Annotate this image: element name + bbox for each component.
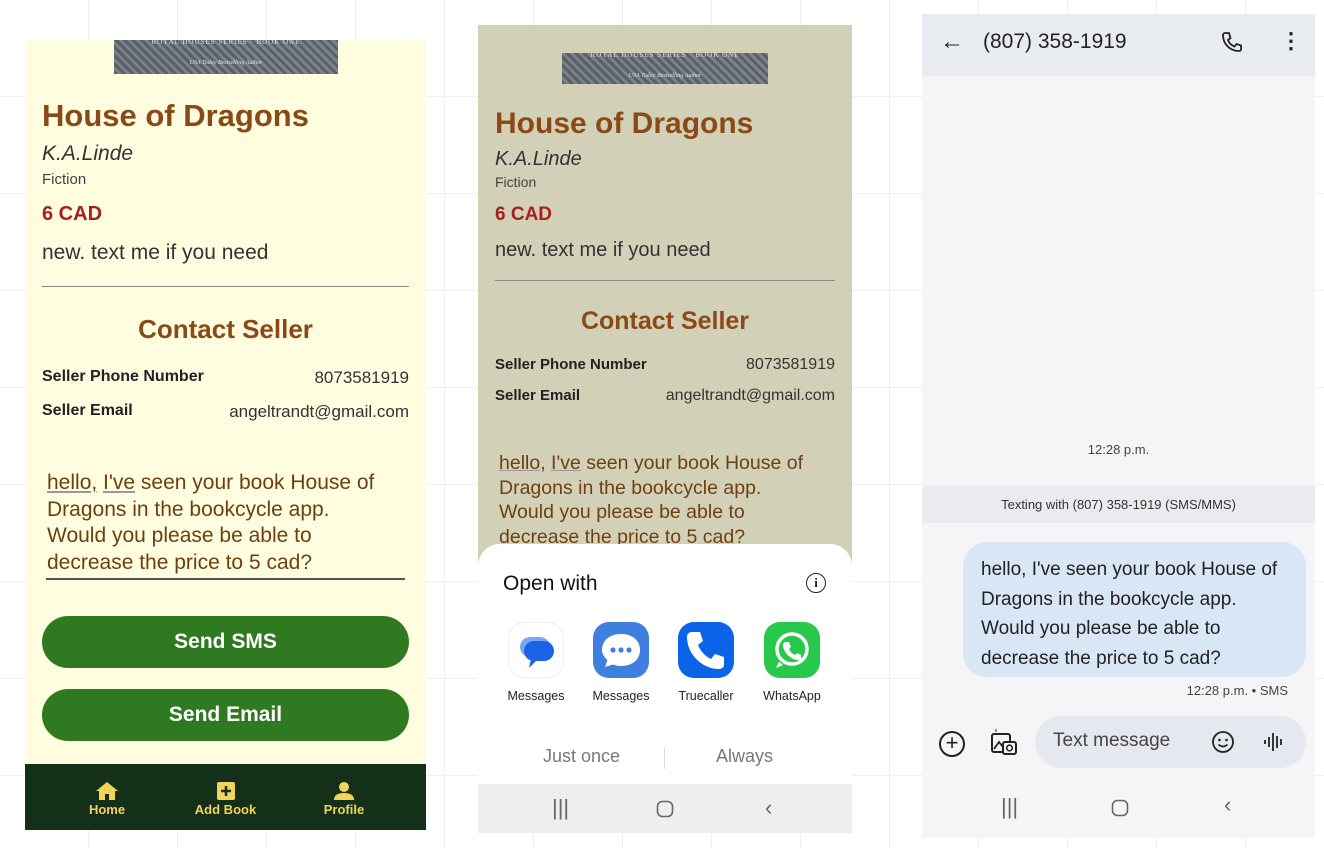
- compose-bar: + Text message: [922, 714, 1315, 778]
- add-box-icon: [216, 782, 235, 800]
- seller-email-label: Seller Email: [42, 402, 133, 419]
- book-genre: Fiction: [495, 174, 537, 190]
- system-navigation-bar: ||| ‹: [922, 778, 1315, 838]
- book-description: new. text me if you need: [42, 241, 269, 264]
- message-word: I've: [103, 471, 136, 494]
- textarea-underline: [46, 578, 405, 580]
- book-cover-image: ROYAL HOUSES SERIES · BOOK ONE USA Today…: [562, 53, 768, 84]
- sms-conversation-screen: ← (807) 358-1919 ⋮ 12:28 p.m. Texting wi…: [922, 14, 1315, 838]
- conversation-title: (807) 358-1919: [983, 30, 1127, 53]
- cover-tagline-text: USA Today Bestselling Author: [189, 60, 263, 66]
- book-title: House of Dragons: [42, 98, 309, 133]
- app-option-whatsapp[interactable]: WhatsApp: [752, 622, 832, 703]
- nav-profile[interactable]: Profile: [304, 764, 384, 830]
- seller-phone-value: 8073581919: [314, 368, 409, 387]
- home-button-icon[interactable]: [1111, 797, 1129, 823]
- message-word: I've: [551, 452, 581, 474]
- message-text: seen your book House of: [135, 471, 375, 494]
- back-arrow-icon[interactable]: ←: [940, 28, 964, 56]
- conversation-toolbar: ← (807) 358-1919 ⋮: [922, 14, 1315, 76]
- sent-message-bubble[interactable]: hello, I've seen your book House of Drag…: [963, 542, 1306, 677]
- message-meta: 12:28 p.m. • SMS: [1186, 683, 1288, 698]
- system-navigation-bar: ||| ‹: [478, 784, 852, 833]
- book-cover-image: ROYAL HOUSES SERIES · BOOK ONE USA Today…: [114, 40, 338, 74]
- add-attachment-icon[interactable]: +: [939, 731, 965, 757]
- book-author: K.A.Linde: [42, 142, 134, 165]
- message-text: Dragons in the bookcycle app. Would you …: [47, 497, 330, 574]
- app-label: WhatsApp: [763, 689, 821, 703]
- book-genre: Fiction: [42, 171, 87, 188]
- seller-email-value: angeltrandt@gmail.com: [665, 387, 835, 404]
- seller-phone-label: Seller Phone Number: [42, 368, 204, 385]
- contact-seller-heading: Contact Seller: [138, 314, 313, 344]
- gallery-icon[interactable]: [990, 729, 1018, 762]
- samsung-messages-icon: [593, 622, 649, 678]
- book-author: K.A.Linde: [495, 148, 582, 170]
- texting-with-banner: Texting with (807) 358-1919 (SMS/MMS): [922, 486, 1315, 523]
- open-with-screen: ROYAL HOUSES SERIES · BOOK ONE USA Today…: [478, 25, 852, 833]
- emoji-icon[interactable]: [1211, 730, 1235, 759]
- seller-email-label: Seller Email: [495, 387, 581, 404]
- book-description: new. text me if you need: [495, 239, 711, 261]
- truecaller-icon: [678, 622, 734, 678]
- info-icon[interactable]: i: [806, 573, 826, 593]
- seller-email-value: angeltrandt@gmail.com: [229, 402, 409, 421]
- send-sms-button[interactable]: Send SMS: [42, 616, 409, 668]
- back-nav-icon[interactable]: ‹: [1224, 792, 1231, 818]
- nav-home[interactable]: Home: [67, 764, 147, 830]
- message-text: seen your book House of: [580, 452, 804, 474]
- nav-home-label: Home: [88, 802, 126, 817]
- app-option-samsung-messages[interactable]: Messages: [581, 622, 661, 703]
- phone-call-icon[interactable]: [1220, 30, 1244, 59]
- nav-add-book[interactable]: Add Book: [186, 764, 266, 830]
- seller-phone-label: Seller Phone Number: [495, 356, 647, 373]
- person-icon: [334, 782, 354, 800]
- message-word: hello,: [47, 471, 98, 494]
- divider: [664, 747, 665, 769]
- app-label: Truecaller: [678, 689, 734, 703]
- just-once-button[interactable]: Just once: [543, 746, 620, 767]
- message-textarea[interactable]: hello, I've seen your book House of Drag…: [47, 470, 407, 576]
- book-price: 6 CAD: [495, 204, 553, 225]
- whatsapp-icon: [764, 622, 820, 678]
- cover-series-text: ROYAL HOUSES SERIES · BOOK ONE: [590, 53, 740, 59]
- app-label: Messages: [507, 689, 565, 703]
- message-input[interactable]: Text message: [1035, 716, 1306, 768]
- nav-add-book-label: Add Book: [194, 802, 257, 817]
- google-messages-icon: [508, 622, 564, 678]
- voice-message-icon[interactable]: [1263, 731, 1285, 758]
- send-email-button[interactable]: Send Email: [42, 689, 409, 741]
- divider: [42, 286, 409, 287]
- conversation-timestamp: 12:28 p.m.: [1087, 442, 1150, 457]
- book-title: House of Dragons: [495, 107, 754, 140]
- home-icon: [96, 782, 118, 800]
- always-button[interactable]: Always: [716, 746, 773, 767]
- nav-profile-label: Profile: [323, 802, 365, 817]
- back-nav-icon[interactable]: ‹: [765, 795, 772, 821]
- recents-icon[interactable]: |||: [552, 795, 569, 821]
- open-with-title: Open with: [503, 572, 598, 595]
- message-input-placeholder: Text message: [1053, 730, 1171, 751]
- divider: [495, 280, 835, 281]
- cover-series-text: ROYAL HOUSES SERIES · BOOK ONE: [151, 40, 301, 46]
- seller-phone-value: 8073581919: [746, 356, 835, 373]
- contact-seller-heading: Contact Seller: [580, 307, 750, 335]
- recents-icon[interactable]: |||: [1001, 794, 1018, 820]
- book-price: 6 CAD: [42, 203, 103, 225]
- message-text: Dragons in the bookcycle app. Would you …: [499, 476, 762, 548]
- message-textarea[interactable]: hello, I've seen your book House of Drag…: [499, 451, 839, 549]
- book-detail-screen: ROYAL HOUSES SERIES · BOOK ONE USA Today…: [25, 40, 426, 830]
- more-options-icon[interactable]: ⋮: [1280, 28, 1302, 54]
- app-label: Messages: [592, 689, 650, 703]
- message-word: hello,: [499, 452, 546, 474]
- cover-tagline-text: USA Today Bestselling Author: [628, 73, 702, 79]
- bottom-navigation: Home Add Book Profile: [25, 764, 426, 830]
- home-button-icon[interactable]: [656, 798, 674, 824]
- open-with-sheet: Open with i Messages Messages Truecaller…: [478, 544, 852, 784]
- app-option-google-messages[interactable]: Messages: [496, 622, 576, 703]
- app-option-truecaller[interactable]: Truecaller: [666, 622, 746, 703]
